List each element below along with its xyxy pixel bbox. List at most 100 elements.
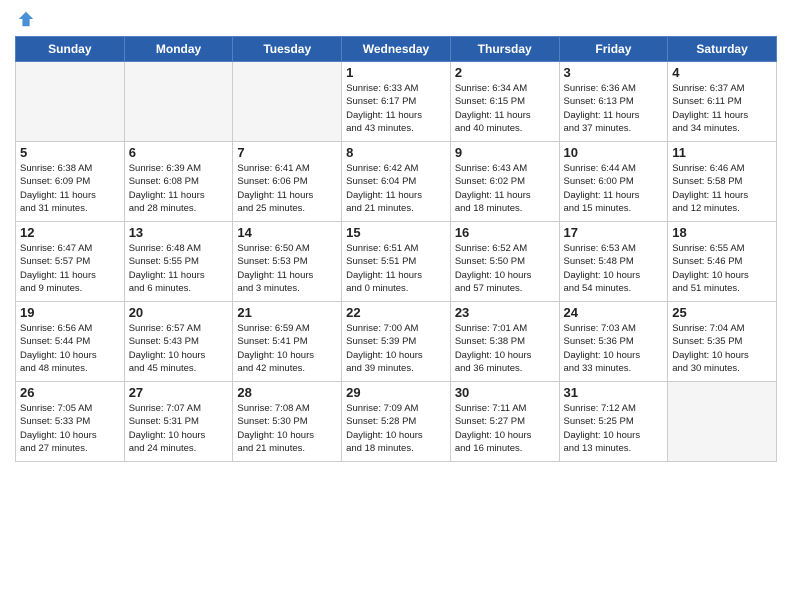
weekday-header-monday: Monday [124,37,233,62]
day-info: Sunrise: 7:01 AM Sunset: 5:38 PM Dayligh… [455,322,555,375]
day-number: 17 [564,225,664,240]
calendar-cell: 30Sunrise: 7:11 AM Sunset: 5:27 PM Dayli… [450,382,559,462]
day-info: Sunrise: 6:48 AM Sunset: 5:55 PM Dayligh… [129,242,229,295]
day-number: 8 [346,145,446,160]
day-number: 6 [129,145,229,160]
calendar-cell: 13 Sunrise: 6:48 AM Sunset: 5:55 PM Dayli… [124,222,233,302]
calendar-cell: 1Sunrise: 6:33 AM Sunset: 6:17 PM Daylig… [342,62,451,142]
weekday-header-sunday: Sunday [16,37,125,62]
day-number: 23 [455,305,555,320]
calendar-cell: 17 Sunrise: 6:53 AM Sunset: 5:48 PM Dayli… [559,222,668,302]
day-number: 28 [237,385,337,400]
calendar-cell [124,62,233,142]
calendar-cell: 5 Sunrise: 6:38 AM Sunset: 6:09 PM Daylig… [16,142,125,222]
day-number: 31 [564,385,664,400]
calendar-cell: 22 Sunrise: 7:00 AM Sunset: 5:39 PM Dayli… [342,302,451,382]
calendar-cell: 12Sunrise: 6:47 AM Sunset: 5:57 PM Dayli… [16,222,125,302]
calendar-cell: 28 Sunrise: 7:08 AM Sunset: 5:30 PM Dayli… [233,382,342,462]
calendar-cell: 4 Sunrise: 6:37 AM Sunset: 6:11 PM Daylig… [668,62,777,142]
day-info: Sunrise: 6:47 AM Sunset: 5:57 PM Dayligh… [20,242,120,295]
weekday-header-wednesday: Wednesday [342,37,451,62]
day-info: Sunrise: 6:41 AM Sunset: 6:06 PM Dayligh… [237,162,337,215]
day-info: Sunrise: 6:59 AM Sunset: 5:41 PM Dayligh… [237,322,337,375]
day-number: 22 [346,305,446,320]
logo-icon [17,10,35,28]
day-info: Sunrise: 6:56 AM Sunset: 5:44 PM Dayligh… [20,322,120,375]
day-number: 20 [129,305,229,320]
day-number: 3 [564,65,664,80]
day-info: Sunrise: 6:33 AM Sunset: 6:17 PM Dayligh… [346,82,446,135]
day-number: 5 [20,145,120,160]
week-row-0: 1Sunrise: 6:33 AM Sunset: 6:17 PM Daylig… [16,62,777,142]
calendar-cell [233,62,342,142]
day-number: 15 [346,225,446,240]
day-number: 19 [20,305,120,320]
calendar-cell: 26Sunrise: 7:05 AM Sunset: 5:33 PM Dayli… [16,382,125,462]
week-row-4: 26Sunrise: 7:05 AM Sunset: 5:33 PM Dayli… [16,382,777,462]
weekday-header-saturday: Saturday [668,37,777,62]
day-info: Sunrise: 6:37 AM Sunset: 6:11 PM Dayligh… [672,82,772,135]
calendar-cell: 14 Sunrise: 6:50 AM Sunset: 5:53 PM Dayli… [233,222,342,302]
day-number: 21 [237,305,337,320]
day-info: Sunrise: 6:36 AM Sunset: 6:13 PM Dayligh… [564,82,664,135]
day-number: 4 [672,65,772,80]
day-info: Sunrise: 7:08 AM Sunset: 5:30 PM Dayligh… [237,402,337,455]
calendar-cell: 19 Sunrise: 6:56 AM Sunset: 5:44 PM Dayli… [16,302,125,382]
day-info: Sunrise: 6:57 AM Sunset: 5:43 PM Dayligh… [129,322,229,375]
day-number: 25 [672,305,772,320]
day-info: Sunrise: 6:53 AM Sunset: 5:48 PM Dayligh… [564,242,664,295]
day-info: Sunrise: 6:44 AM Sunset: 6:00 PM Dayligh… [564,162,664,215]
calendar-cell [668,382,777,462]
calendar-cell: 6 Sunrise: 6:39 AM Sunset: 6:08 PM Daylig… [124,142,233,222]
day-number: 9 [455,145,555,160]
day-info: Sunrise: 6:52 AM Sunset: 5:50 PM Dayligh… [455,242,555,295]
day-info: Sunrise: 7:04 AM Sunset: 5:35 PM Dayligh… [672,322,772,375]
calendar-cell [16,62,125,142]
day-info: Sunrise: 7:05 AM Sunset: 5:33 PM Dayligh… [20,402,120,455]
day-info: Sunrise: 6:34 AM Sunset: 6:15 PM Dayligh… [455,82,555,135]
day-info: Sunrise: 6:46 AM Sunset: 5:58 PM Dayligh… [672,162,772,215]
day-number: 27 [129,385,229,400]
calendar-cell: 3 Sunrise: 6:36 AM Sunset: 6:13 PM Daylig… [559,62,668,142]
day-number: 13 [129,225,229,240]
day-number: 14 [237,225,337,240]
day-info: Sunrise: 6:51 AM Sunset: 5:51 PM Dayligh… [346,242,446,295]
day-number: 11 [672,145,772,160]
day-info: Sunrise: 7:12 AM Sunset: 5:25 PM Dayligh… [564,402,664,455]
weekday-header-tuesday: Tuesday [233,37,342,62]
calendar-cell: 29Sunrise: 7:09 AM Sunset: 5:28 PM Dayli… [342,382,451,462]
day-number: 24 [564,305,664,320]
weekday-header-row: SundayMondayTuesdayWednesdayThursdayFrid… [16,37,777,62]
calendar-cell: 15 Sunrise: 6:51 AM Sunset: 5:51 PM Dayli… [342,222,451,302]
calendar-cell: 9 Sunrise: 6:43 AM Sunset: 6:02 PM Daylig… [450,142,559,222]
week-row-3: 19 Sunrise: 6:56 AM Sunset: 5:44 PM Dayli… [16,302,777,382]
calendar-cell: 27 Sunrise: 7:07 AM Sunset: 5:31 PM Dayli… [124,382,233,462]
calendar-cell: 21 Sunrise: 6:59 AM Sunset: 5:41 PM Dayli… [233,302,342,382]
day-info: Sunrise: 6:55 AM Sunset: 5:46 PM Dayligh… [672,242,772,295]
calendar-cell: 7Sunrise: 6:41 AM Sunset: 6:06 PM Daylig… [233,142,342,222]
calendar-cell: 20 Sunrise: 6:57 AM Sunset: 5:43 PM Dayli… [124,302,233,382]
calendar-table: SundayMondayTuesdayWednesdayThursdayFrid… [15,36,777,462]
day-info: Sunrise: 6:39 AM Sunset: 6:08 PM Dayligh… [129,162,229,215]
day-info: Sunrise: 7:00 AM Sunset: 5:39 PM Dayligh… [346,322,446,375]
day-info: Sunrise: 7:07 AM Sunset: 5:31 PM Dayligh… [129,402,229,455]
day-info: Sunrise: 6:38 AM Sunset: 6:09 PM Dayligh… [20,162,120,215]
calendar-cell: 11 Sunrise: 6:46 AM Sunset: 5:58 PM Dayli… [668,142,777,222]
calendar-cell: 8 Sunrise: 6:42 AM Sunset: 6:04 PM Daylig… [342,142,451,222]
calendar-cell: 31 Sunrise: 7:12 AM Sunset: 5:25 PM Dayli… [559,382,668,462]
day-info: Sunrise: 6:50 AM Sunset: 5:53 PM Dayligh… [237,242,337,295]
calendar-cell: 23 Sunrise: 7:01 AM Sunset: 5:38 PM Dayli… [450,302,559,382]
calendar-cell: 16 Sunrise: 6:52 AM Sunset: 5:50 PM Dayli… [450,222,559,302]
day-info: Sunrise: 6:42 AM Sunset: 6:04 PM Dayligh… [346,162,446,215]
calendar-cell: 25 Sunrise: 7:04 AM Sunset: 5:35 PM Dayli… [668,302,777,382]
calendar-cell: 10Sunrise: 6:44 AM Sunset: 6:00 PM Dayli… [559,142,668,222]
logo [15,10,35,28]
day-info: Sunrise: 6:43 AM Sunset: 6:02 PM Dayligh… [455,162,555,215]
day-number: 16 [455,225,555,240]
weekday-header-friday: Friday [559,37,668,62]
day-number: 30 [455,385,555,400]
calendar-cell: 18 Sunrise: 6:55 AM Sunset: 5:46 PM Dayli… [668,222,777,302]
week-row-2: 12Sunrise: 6:47 AM Sunset: 5:57 PM Dayli… [16,222,777,302]
day-number: 18 [672,225,772,240]
day-number: 2 [455,65,555,80]
